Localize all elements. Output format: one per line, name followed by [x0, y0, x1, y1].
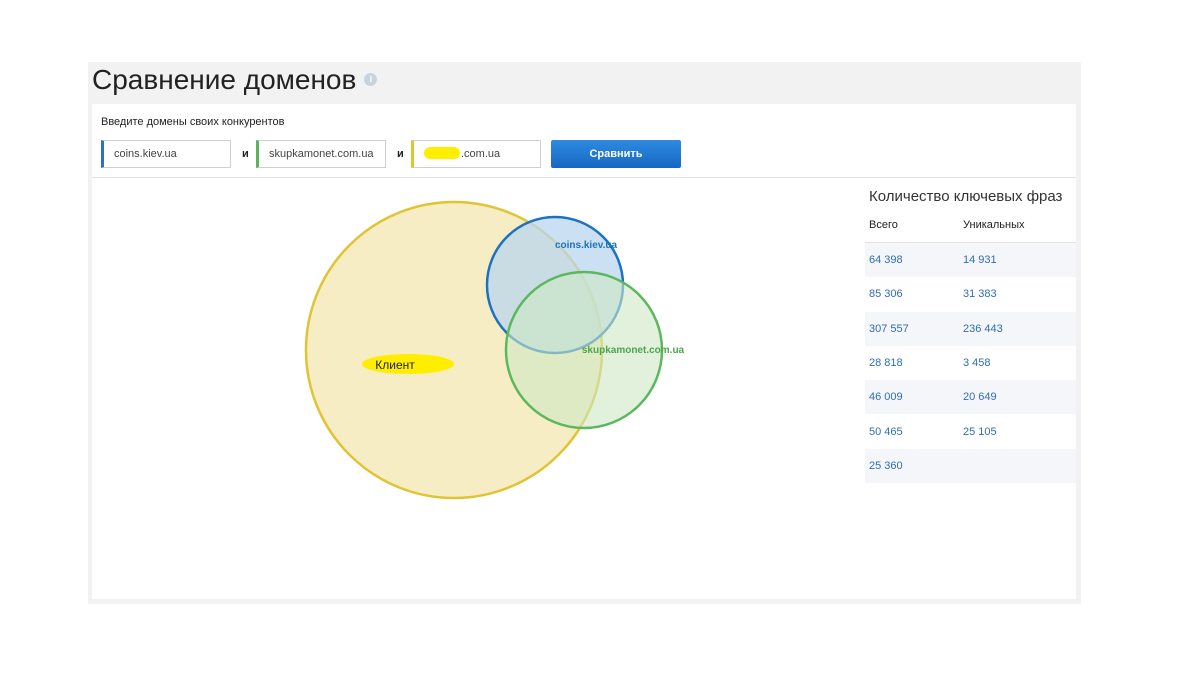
keyword-stats-table: Количество ключевых фраз Всего Уникальны…	[865, 186, 1076, 484]
unique-cell[interactable]: 31 383	[963, 288, 1076, 300]
table-row: 64 398 14 931	[865, 243, 1076, 278]
venn-diagram: Клиент coins.kiev.ua skupkamonet.com.ua	[304, 200, 685, 500]
redaction-highlight	[424, 147, 460, 160]
unique-cell[interactable]: 3 458	[963, 357, 1076, 369]
domain-input-3[interactable]: .com.ua	[411, 140, 541, 168]
domains-input-label: Введите домены своих конкурентов	[101, 116, 285, 128]
table-row: 28 818 3 458	[865, 346, 1076, 380]
unique-cell[interactable]: 236 443	[963, 323, 1076, 335]
domain-input-3-suffix: .com.ua	[461, 148, 501, 160]
page-title-text: Сравнение доменов	[92, 64, 357, 95]
separator-and-1: и	[242, 148, 249, 160]
comparison-card: Введите домены своих конкурентов coins.k…	[92, 104, 1076, 599]
domain-input-1[interactable]: coins.kiev.ua	[101, 140, 231, 168]
table-row: 85 306 31 383	[865, 277, 1076, 311]
total-cell[interactable]: 64 398	[865, 254, 963, 266]
total-cell[interactable]: 28 818	[865, 357, 963, 369]
unique-cell[interactable]: 14 931	[963, 254, 1076, 266]
unique-cell[interactable]: 25 105	[963, 426, 1076, 438]
venn-label-skupkamonet: skupkamonet.com.ua	[582, 345, 685, 356]
stats-header: Всего Уникальных	[865, 208, 1076, 243]
stats-title: Количество ключевых фраз	[869, 188, 1063, 205]
unique-cell[interactable]: 20 649	[963, 391, 1076, 403]
table-row: 25 360	[865, 448, 1076, 484]
domain-comparison-panel: Сравнение доменов i Введите домены своих …	[88, 62, 1081, 604]
total-cell[interactable]: 85 306	[865, 288, 963, 300]
separator-and-2: и	[397, 148, 404, 160]
domain-input-2[interactable]: skupkamonet.com.ua	[256, 140, 386, 168]
total-cell[interactable]: 25 360	[865, 460, 963, 472]
col-unique-header: Уникальных	[963, 219, 1025, 231]
total-cell[interactable]: 50 465	[865, 426, 963, 438]
compare-button[interactable]: Сравнить	[551, 140, 681, 168]
page-title: Сравнение доменов i	[92, 62, 378, 98]
col-total-header: Всего	[869, 219, 898, 231]
table-row: 46 009 20 649	[865, 380, 1076, 415]
venn-label-client: Клиент	[375, 358, 415, 372]
total-cell[interactable]: 307 557	[865, 323, 963, 335]
venn-label-coins: coins.kiev.ua	[555, 240, 618, 251]
table-row: 50 465 25 105	[865, 414, 1076, 448]
table-row: 307 557 236 443	[865, 311, 1076, 346]
total-cell[interactable]: 46 009	[865, 391, 963, 403]
info-icon[interactable]: i	[364, 73, 378, 87]
